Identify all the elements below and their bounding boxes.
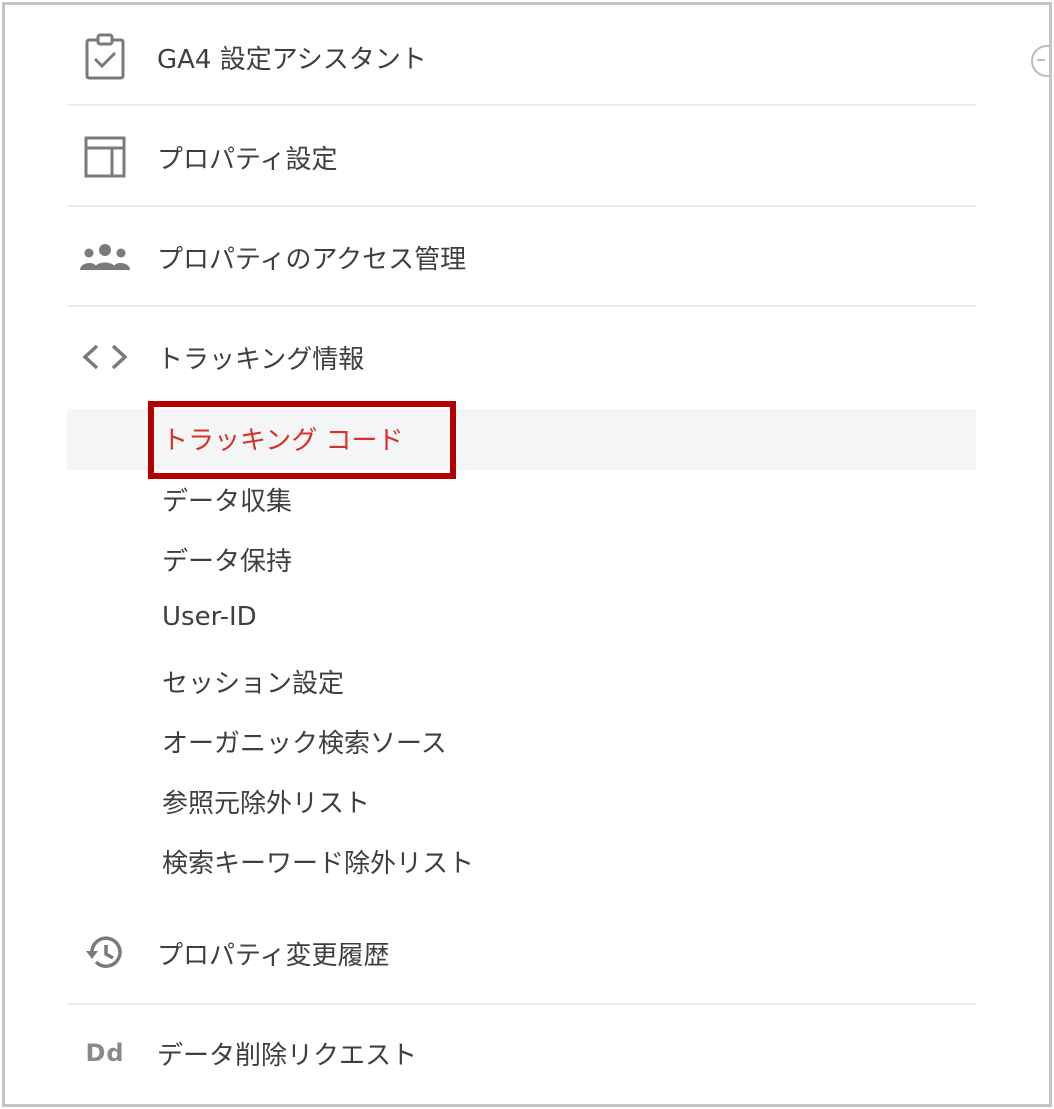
submenu-item-data-collection[interactable]: データ収集 (162, 481, 292, 518)
code-brackets-icon (77, 329, 133, 385)
submenu-item-data-retention[interactable]: データ保持 (162, 541, 292, 578)
menu-item-label: プロパティ変更履歴 (157, 940, 390, 971)
menu-item-label: プロパティのアクセス管理 (157, 244, 467, 275)
divider (67, 104, 976, 106)
property-admin-menu: GA4 設定アシスタント プロパティ設定 プロパティのアクセス管理 トラッキング… (2, 2, 1052, 1107)
highlight-annotation-box (148, 401, 456, 479)
menu-item-property-settings[interactable]: プロパティ設定 (5, 127, 1005, 187)
submenu-item-session-settings[interactable]: セッション設定 (162, 663, 344, 700)
divider (67, 205, 976, 207)
dd-text-icon: Dd (85, 1039, 125, 1067)
collapse-panel-button[interactable] (1031, 45, 1049, 77)
submenu-item-user-id[interactable]: User-ID (162, 602, 257, 632)
history-icon (77, 925, 133, 981)
divider (67, 1003, 976, 1005)
menu-item-label: プロパティ設定 (157, 144, 338, 175)
menu-item-label: トラッキング情報 (157, 344, 365, 375)
submenu-item-search-term-exclusion-list[interactable]: 検索キーワード除外リスト (162, 843, 474, 880)
menu-item-ga4-setup-assistant[interactable]: GA4 設定アシスタント (5, 27, 1005, 87)
menu-item-data-deletion-requests[interactable]: Dd データ削除リクエスト (5, 1023, 1005, 1083)
menu-item-label: データ削除リクエスト (157, 1040, 418, 1071)
people-icon (77, 229, 133, 285)
submenu-item-organic-search-sources[interactable]: オーガニック検索ソース (162, 723, 447, 760)
menu-item-property-change-history[interactable]: プロパティ変更履歴 (5, 923, 1005, 983)
clipboard-check-icon (77, 29, 133, 85)
layout-icon (77, 129, 133, 185)
menu-item-label: GA4 設定アシスタント (157, 44, 427, 75)
submenu-item-referral-exclusion-list[interactable]: 参照元除外リスト (162, 783, 370, 820)
divider (67, 305, 976, 307)
menu-item-tracking-info[interactable]: トラッキング情報 (5, 327, 1005, 387)
menu-item-property-access-management[interactable]: プロパティのアクセス管理 (5, 227, 1005, 287)
